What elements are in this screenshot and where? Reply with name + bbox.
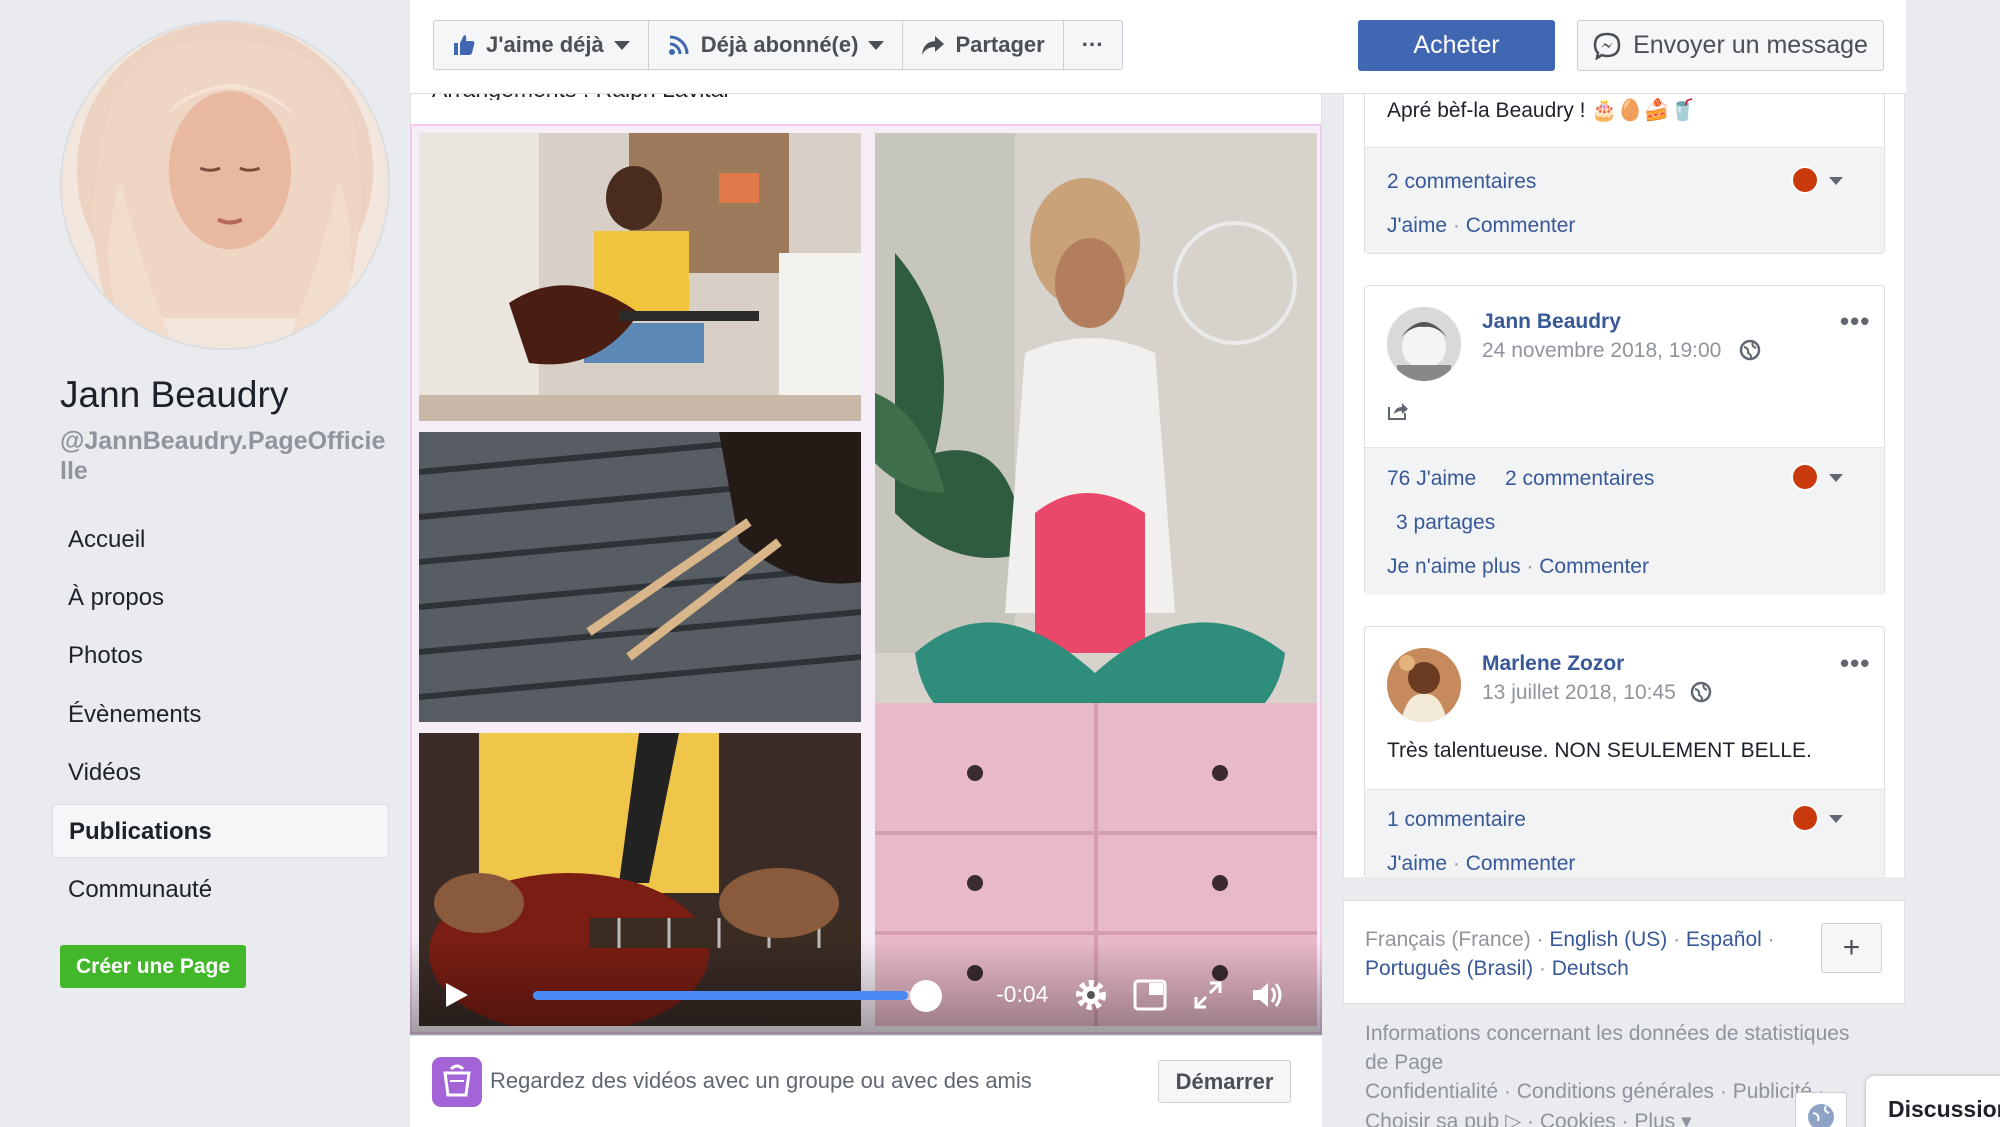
rss-icon — [668, 35, 689, 55]
thumbs-up-icon — [454, 35, 475, 55]
comment-author[interactable]: Jann Beaudry — [1482, 310, 1621, 334]
comment-text: Apré bèf-la Beaudry ! 🎂🥚🍰🥤 — [1387, 99, 1696, 122]
footer-links-more[interactable]: Choisir sa pub ▷ · Cookies · Plus ▾ — [1365, 1109, 1692, 1127]
globe-icon — [1739, 339, 1761, 361]
comment-action[interactable]: Commenter — [1466, 852, 1576, 875]
profile-avatar[interactable] — [60, 20, 390, 350]
buy-button[interactable]: Acheter — [1358, 20, 1555, 71]
reaction-icon[interactable] — [1791, 804, 1819, 832]
chevron-down-icon — [868, 40, 885, 50]
video-progress-bar[interactable] — [533, 991, 928, 1000]
video-progress-knob[interactable] — [910, 980, 942, 1012]
like-page-button[interactable]: J'aime déjà — [434, 21, 649, 69]
video-progress-fill — [533, 991, 909, 1000]
video-tile-drumsticks — [419, 432, 861, 722]
profile-photo — [62, 22, 388, 348]
comment-action[interactable]: Commenter — [1466, 214, 1576, 237]
follow-page-button[interactable]: Déjà abonné(e) — [649, 21, 904, 69]
nav-item-a-propos[interactable]: À propos — [52, 571, 389, 625]
picture-in-picture-icon[interactable] — [1130, 975, 1170, 1015]
like-comment-link[interactable]: J'aime · Commenter — [1387, 214, 1575, 238]
share-page-button[interactable]: Partager — [903, 21, 1064, 69]
more-dots-icon: ··· — [1081, 32, 1104, 57]
chevron-down-icon[interactable] — [1829, 177, 1843, 185]
page-actions-group: J'aime déjà Déjà abonné(e) Partager ··· — [433, 20, 1123, 70]
nav-item-photos[interactable]: Photos — [52, 629, 389, 683]
likes-count-link[interactable]: 76 J'aime — [1387, 467, 1476, 491]
comments-count-link[interactable]: 2 commentaires — [1387, 170, 1536, 194]
nav-item-videos[interactable]: Vidéos — [52, 746, 389, 800]
nav-item-publications[interactable]: Publications — [52, 804, 389, 858]
volume-icon[interactable] — [1247, 975, 1287, 1015]
video-controls-shade — [410, 940, 1322, 1035]
comment-date[interactable]: 24 novembre 2018, 19:00 — [1482, 339, 1721, 363]
play-icon[interactable] — [436, 975, 476, 1015]
footer-page-insights-cont[interactable]: de Page — [1365, 1051, 1443, 1075]
comments-count-link[interactable]: 1 commentaire — [1387, 808, 1526, 832]
comment-author[interactable]: Marlene Zozor — [1482, 652, 1624, 676]
share-page-label: Partager — [955, 32, 1045, 57]
language-option-english[interactable]: English (US) — [1549, 928, 1667, 951]
page-name: Jann Beaudry — [60, 374, 289, 415]
avatar[interactable] — [1387, 307, 1461, 381]
start-watch-party-button[interactable]: Démarrer — [1158, 1060, 1291, 1103]
watch-party-icon — [432, 1057, 482, 1107]
footer-page-insights[interactable]: Informations concernant les données de s… — [1365, 1022, 1849, 1046]
language-option-portugues[interactable]: Português (Brasil) — [1365, 957, 1533, 980]
chevron-down-icon[interactable] — [1829, 815, 1843, 823]
language-option-deutsch[interactable]: Deutsch — [1552, 957, 1629, 980]
follow-page-label: Déjà abonné(e) — [700, 32, 859, 57]
chevron-down-icon — [613, 40, 630, 50]
language-current: Français (France) — [1365, 928, 1531, 951]
nav-item-accueil[interactable]: Accueil — [52, 513, 389, 567]
avatar[interactable] — [1387, 648, 1461, 722]
video-tile-singer — [875, 133, 1317, 1026]
fullscreen-icon[interactable] — [1188, 975, 1228, 1015]
chevron-down-icon[interactable] — [1829, 474, 1843, 482]
settings-gear-icon[interactable] — [1071, 975, 1111, 1015]
globe-icon — [1690, 681, 1712, 703]
messenger-icon — [1593, 32, 1621, 60]
like-page-label: J'aime déjà — [486, 32, 604, 57]
globe-icon — [1808, 1104, 1834, 1127]
chat-options-button[interactable] — [1795, 1092, 1847, 1127]
send-message-label: Envoyer un message — [1633, 31, 1868, 59]
video-time-remaining: -0:04 — [996, 981, 1049, 1007]
send-message-button[interactable]: Envoyer un message — [1577, 20, 1884, 71]
language-list: Français (France) · English (US) · Españ… — [1365, 928, 1775, 980]
share-icon[interactable] — [1387, 401, 1409, 421]
comment-text: Très talentueuse. NON SEULEMENT BELLE. — [1387, 739, 1812, 762]
shares-count-link[interactable]: 3 partages — [1396, 511, 1495, 535]
like-action[interactable]: J'aime — [1387, 214, 1447, 237]
language-option-espanol[interactable]: Español — [1686, 928, 1762, 951]
video-player[interactable] — [410, 124, 1322, 1034]
more-options-button[interactable]: ··· — [1064, 21, 1122, 69]
chat-discussion-tab[interactable]: Discussion — [1866, 1076, 2000, 1127]
create-page-button[interactable]: Créer une Page — [60, 945, 247, 988]
nav-item-communaute[interactable]: Communauté — [52, 863, 389, 917]
video-tile-guitarist — [419, 133, 861, 421]
reaction-icon[interactable] — [1791, 166, 1819, 194]
unlike-action[interactable]: Je n'aime plus — [1387, 555, 1521, 578]
more-options-icon[interactable]: ••• — [1840, 306, 1870, 337]
like-action[interactable]: J'aime — [1387, 852, 1447, 875]
unlike-comment-link[interactable]: Je n'aime plus · Commenter — [1387, 555, 1649, 579]
share-arrow-icon — [922, 36, 945, 55]
comment-date[interactable]: 13 juillet 2018, 10:45 — [1482, 681, 1676, 705]
footer-links[interactable]: Confidentialité · Conditions générales ·… — [1365, 1080, 1825, 1104]
watch-party-text: Regardez des vidéos avec un groupe ou av… — [490, 1068, 1032, 1093]
more-options-icon[interactable]: ••• — [1840, 648, 1870, 679]
page-handle[interactable]: @JannBeaudry.PageOfficielle — [60, 426, 390, 486]
comment-action[interactable]: Commenter — [1539, 555, 1649, 578]
like-comment-link[interactable]: J'aime · Commenter — [1387, 852, 1575, 876]
nav-item-evenements[interactable]: Évènements — [52, 688, 389, 742]
comments-count-link[interactable]: 2 commentaires — [1505, 467, 1654, 491]
reaction-icon[interactable] — [1791, 463, 1819, 491]
add-language-button[interactable]: + — [1821, 923, 1882, 973]
